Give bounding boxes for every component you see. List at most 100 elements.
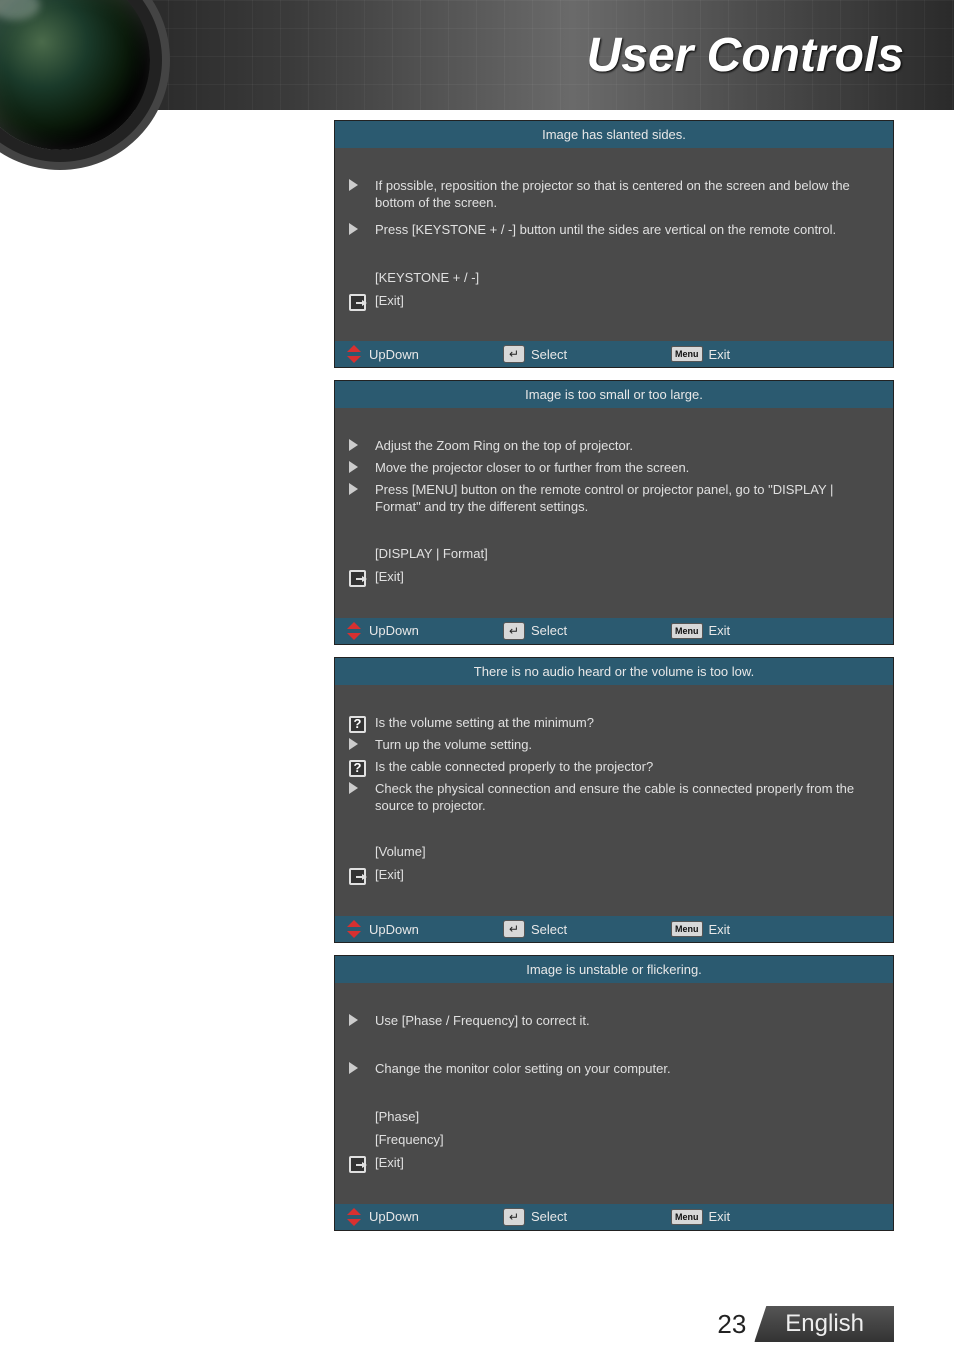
step-row: Press [MENU] button on the remote contro… — [349, 482, 875, 516]
step-text: Move the projector closer to or further … — [375, 460, 875, 477]
key-select-group: ↵ Select — [503, 622, 663, 640]
key-exit-group: Menu Exit — [671, 1209, 883, 1225]
key-exit-group: Menu Exit — [671, 921, 883, 937]
step-text: If possible, reposition the projector so… — [375, 178, 875, 212]
arrow-icon — [349, 439, 358, 451]
bracket-icon-col — [349, 1109, 375, 1110]
arrow-icon — [349, 223, 358, 235]
panel-body: Use [Phase / Frequency] to correct it. C… — [335, 983, 893, 1203]
step-text: Use [Phase / Frequency] to correct it. — [375, 1013, 875, 1030]
panel-title: Image has slanted sides. — [335, 121, 893, 148]
step-icon-col: ? — [349, 759, 375, 777]
bracket-row: [DISPLAY | Format] — [349, 546, 875, 563]
step-row: Use [Phase / Frequency] to correct it. — [349, 1013, 875, 1031]
bracket-row: [Exit] — [349, 1155, 875, 1178]
step-row: Press [KEYSTONE + / -] button until the … — [349, 222, 875, 240]
step-text: Press [KEYSTONE + / -] button until the … — [375, 222, 875, 239]
enter-icon: ↵ — [503, 345, 525, 363]
menu-icon: Menu — [671, 921, 703, 937]
bracket-icon-col — [349, 293, 375, 316]
bracket-text: [Exit] — [375, 569, 875, 586]
bracket-row: [Exit] — [349, 293, 875, 316]
key-select-group: ↵ Select — [503, 345, 663, 363]
bracket-block: [KEYSTONE + / -] [Exit] — [349, 270, 875, 316]
key-select-label: Select — [531, 1209, 567, 1224]
key-bar: UpDown ↵ Select Menu Exit — [335, 916, 893, 942]
step-text: Press [MENU] button on the remote contro… — [375, 482, 875, 516]
panel-body: Adjust the Zoom Ring on the top of proje… — [335, 408, 893, 617]
arrow-icon — [349, 738, 358, 750]
arrow-icon — [349, 461, 358, 473]
key-select-group: ↵ Select — [503, 920, 663, 938]
arrow-icon — [349, 782, 358, 794]
bracket-row: [Frequency] — [349, 1132, 875, 1149]
key-exit-label: Exit — [709, 1209, 731, 1224]
bracket-text: [Volume] — [375, 844, 875, 861]
step-icon-col — [349, 482, 375, 500]
question-icon: ? — [349, 760, 366, 777]
step-icon-col — [349, 222, 375, 240]
key-bar: UpDown ↵ Select Menu Exit — [335, 1204, 893, 1230]
bracket-text: [Exit] — [375, 293, 875, 310]
key-updown-group: UpDown — [345, 920, 495, 938]
enter-icon: ↵ — [503, 920, 525, 938]
bracket-text: [Exit] — [375, 867, 875, 884]
step-text: Is the cable connected properly to the p… — [375, 759, 875, 776]
key-exit-label: Exit — [709, 347, 731, 362]
page-title: User Controls — [587, 28, 904, 83]
exit-icon — [349, 868, 366, 885]
key-exit-label: Exit — [709, 922, 731, 937]
bracket-text: [KEYSTONE + / -] — [375, 270, 875, 287]
updown-icon — [345, 1208, 363, 1226]
enter-icon: ↵ — [503, 622, 525, 640]
step-row: Move the projector closer to or further … — [349, 460, 875, 478]
help-panel: There is no audio heard or the volume is… — [334, 657, 894, 943]
menu-icon: Menu — [671, 346, 703, 362]
step-row: Adjust the Zoom Ring on the top of proje… — [349, 438, 875, 456]
panel-title: There is no audio heard or the volume is… — [335, 658, 893, 685]
step-text: Change the monitor color setting on your… — [375, 1061, 875, 1078]
key-updown-group: UpDown — [345, 1208, 495, 1226]
arrow-icon — [349, 1062, 358, 1074]
step-row: Turn up the volume setting. — [349, 737, 875, 755]
bracket-text: [Exit] — [375, 1155, 875, 1172]
key-exit-group: Menu Exit — [671, 623, 883, 639]
bracket-icon-col — [349, 270, 375, 271]
key-bar: UpDown ↵ Select Menu Exit — [335, 618, 893, 644]
bracket-row: [KEYSTONE + / -] — [349, 270, 875, 287]
help-panel: Image is unstable or flickering. Use [Ph… — [334, 955, 894, 1230]
help-panel: Image has slanted sides. If possible, re… — [334, 120, 894, 368]
bracket-text: [Phase] — [375, 1109, 875, 1126]
step-row: ? Is the volume setting at the minimum? — [349, 715, 875, 733]
key-bar: UpDown ↵ Select Menu Exit — [335, 341, 893, 367]
panel-title: Image is unstable or flickering. — [335, 956, 893, 983]
step-row: Change the monitor color setting on your… — [349, 1061, 875, 1079]
updown-icon — [345, 920, 363, 938]
key-select-label: Select — [531, 347, 567, 362]
help-panel: Image is too small or too large. Adjust … — [334, 380, 894, 644]
key-updown-label: UpDown — [369, 922, 419, 937]
step-row: Check the physical connection and ensure… — [349, 781, 875, 815]
exit-icon — [349, 570, 366, 587]
bracket-icon-col — [349, 569, 375, 592]
step-icon-col — [349, 438, 375, 456]
bracket-block: [Phase] [Frequency] [Exit] — [349, 1109, 875, 1178]
key-select-label: Select — [531, 623, 567, 638]
key-updown-group: UpDown — [345, 622, 495, 640]
bracket-icon-col — [349, 867, 375, 890]
panel-body: If possible, reposition the projector so… — [335, 148, 893, 341]
bracket-row: [Volume] — [349, 844, 875, 861]
arrow-icon — [349, 1014, 358, 1026]
bracket-row: [Exit] — [349, 569, 875, 592]
step-icon-col — [349, 1013, 375, 1031]
step-text: Turn up the volume setting. — [375, 737, 875, 754]
step-text: Check the physical connection and ensure… — [375, 781, 875, 815]
key-select-label: Select — [531, 922, 567, 937]
bracket-block: [Volume] [Exit] — [349, 844, 875, 890]
bracket-row: [Phase] — [349, 1109, 875, 1126]
step-icon-col — [349, 460, 375, 478]
step-row: If possible, reposition the projector so… — [349, 178, 875, 212]
step-icon-col — [349, 737, 375, 755]
header-band: User Controls — [0, 0, 954, 110]
step-icon-col — [349, 781, 375, 799]
